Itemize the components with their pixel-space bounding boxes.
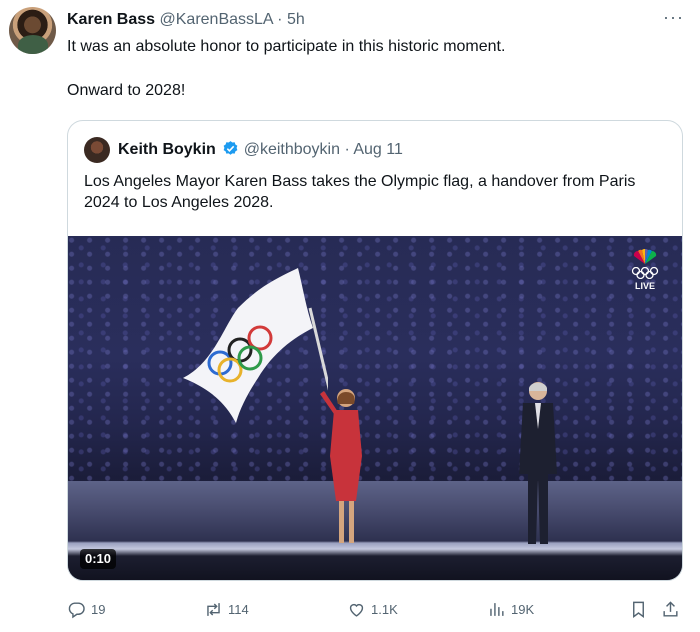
views-chart-icon [490,602,504,616]
reply-count: 19 [91,601,106,617]
quoted-author-handle: @keithboykin [243,141,340,158]
quoted-post-date: Aug 11 [353,141,403,158]
header-separator: · [277,11,283,28]
verified-badge-icon [223,141,238,155]
bookmark-icon [633,601,644,618]
quoted-post[interactable]: Keith Boykin @keithboykin · Aug 11 Los A… [67,120,683,581]
reply-button[interactable]: 19 [67,597,105,621]
post-header: Karen Bass @KarenBassLA · 5h [67,10,305,30]
share-icon [663,600,678,617]
share-button[interactable] [661,597,680,621]
repost-icon [207,602,220,616]
quoted-author-name: Keith Boykin [118,141,216,158]
post-text-line-2: Onward to 2028! [67,82,186,99]
olympic-flag-image [183,268,328,423]
heart-icon [349,603,364,617]
quoted-post-header: Keith Boykin @keithboykin · Aug 11 [118,140,403,160]
author-avatar[interactable] [9,7,56,54]
post-text: It was an absolute honor to participate … [67,36,505,101]
person-suit-image [519,382,557,544]
video-duration: 0:10 [80,549,117,569]
reply-icon [68,601,85,618]
person-red-dress-image [320,389,362,543]
quoted-author-avatar [84,137,110,163]
like-count: 1.1K [371,601,398,617]
repost-count: 114 [228,601,249,617]
nbc-live-badge: LIVE [628,248,662,291]
nbc-peacock-icon [633,248,657,264]
view-count: 19K [511,601,535,617]
olympic-rings-icon [631,266,659,280]
author-handle[interactable]: @KarenBassLA [160,11,273,28]
more-dots-icon[interactable]: ··· [663,8,684,26]
post-time[interactable]: 5h [287,11,305,28]
quoted-header-separator: · [344,141,350,158]
video-player[interactable]: LIVE 0:10 [68,236,682,580]
quoted-post-text: Los Angeles Mayor Karen Bass takes the O… [84,173,636,211]
views-button[interactable]: 19K [487,597,534,621]
bookmark-button[interactable] [629,597,648,621]
repost-button[interactable]: 114 [204,597,249,621]
post-text-line-1: It was an absolute honor to participate … [67,38,506,55]
live-label: LIVE [634,281,655,291]
like-button[interactable]: 1.1K [347,597,398,621]
author-name[interactable]: Karen Bass [67,11,155,28]
action-bar: 19 114 1.1K 19K [67,597,683,621]
